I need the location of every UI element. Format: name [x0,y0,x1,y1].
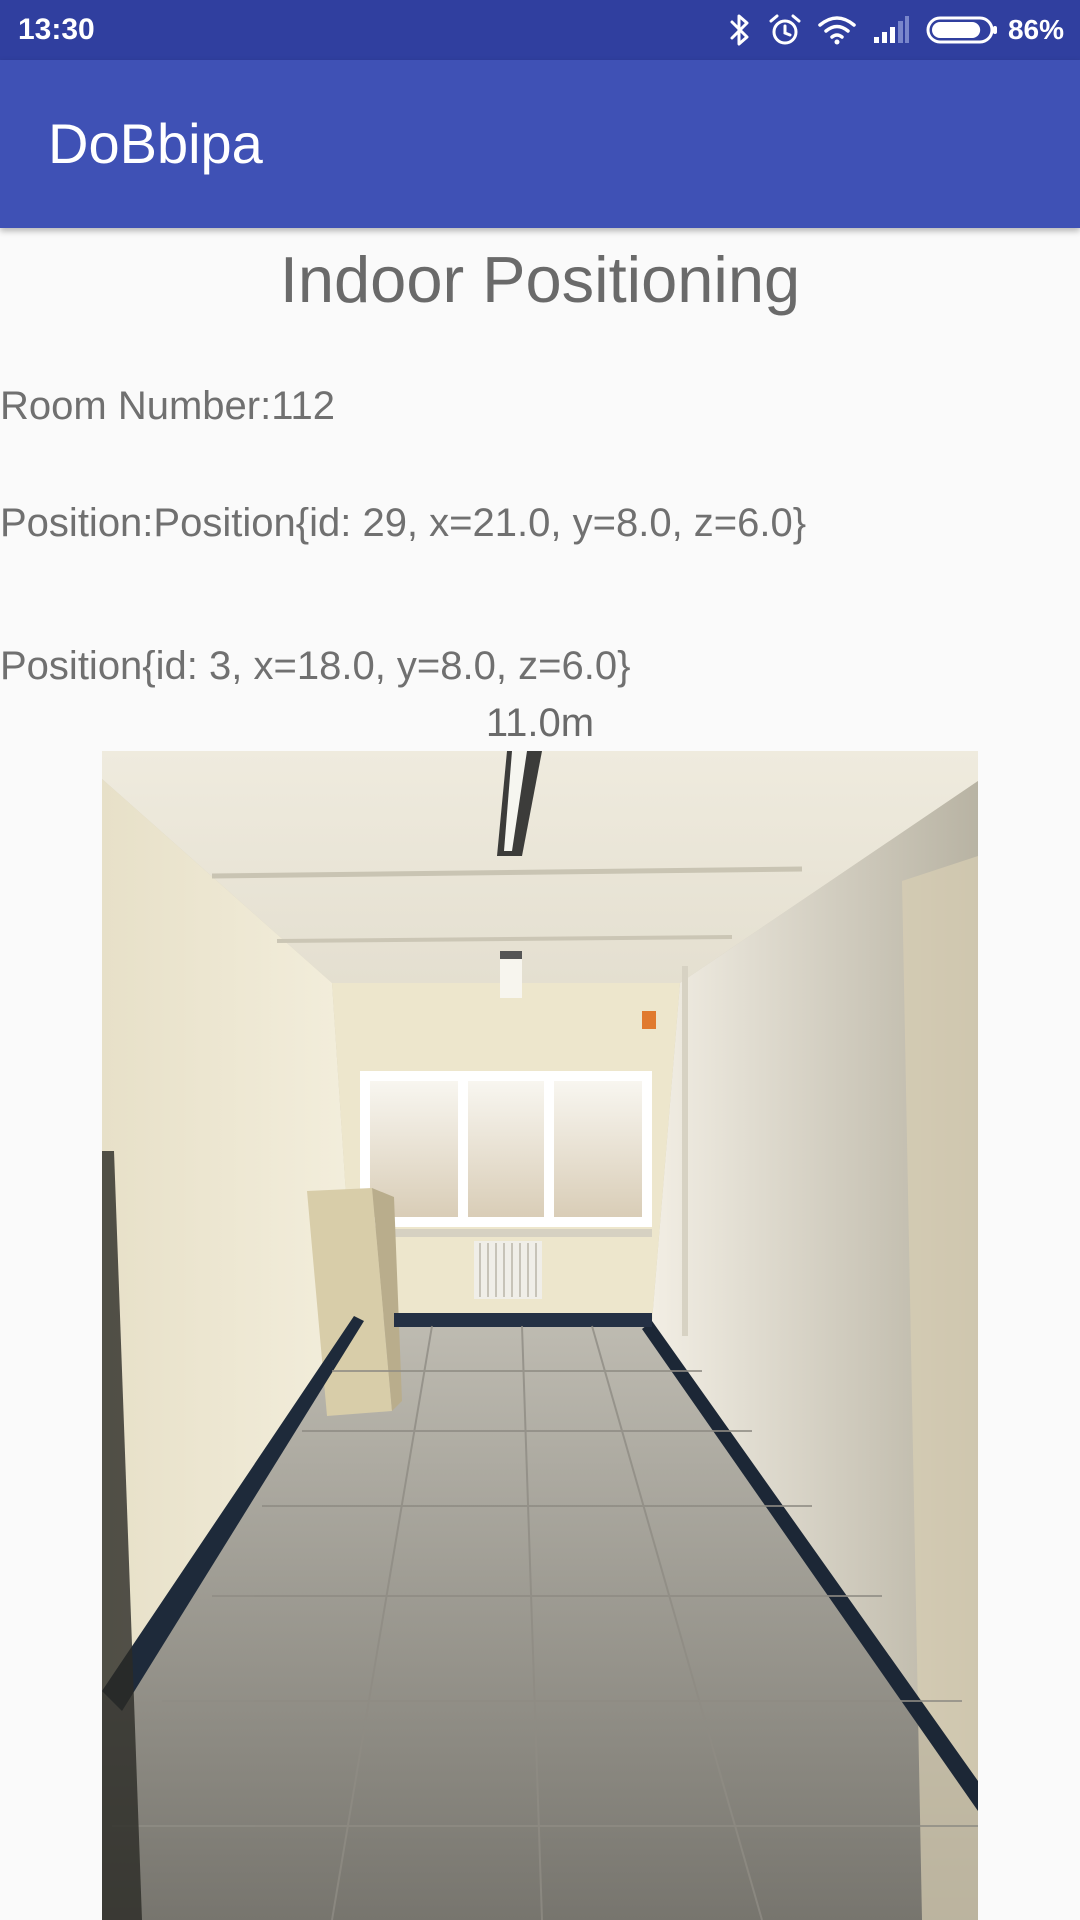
page-title: Indoor Positioning [279,243,801,316]
bluetooth-icon [728,13,752,47]
app-bar: DoBbipa [0,60,1080,228]
distance-label: 11.0m [485,701,595,745]
status-time: 13:30 [18,13,95,46]
room-number-text: Room Number:112 [0,384,335,428]
battery-icon [926,15,1000,45]
corridor-photo [102,751,978,1920]
nearest-position-text: Position{id: 3, x=18.0, y=8.0, z=6.0} [0,644,631,688]
signal-icon [872,15,910,45]
status-icons: 86% [728,10,1064,50]
alarm-icon [768,13,802,47]
status-bar: 13:30 86% [0,0,1080,60]
battery-indicator: 86% [926,12,1064,48]
wifi-icon [818,15,856,45]
current-position-text: Position:Position{id: 29, x=21.0, y=8.0,… [0,501,807,545]
battery-percent: 86% [1007,14,1064,45]
main-content: Indoor Positioning Room Number:112 Posit… [0,228,1080,1920]
app-title: DoBbipa [48,112,263,175]
